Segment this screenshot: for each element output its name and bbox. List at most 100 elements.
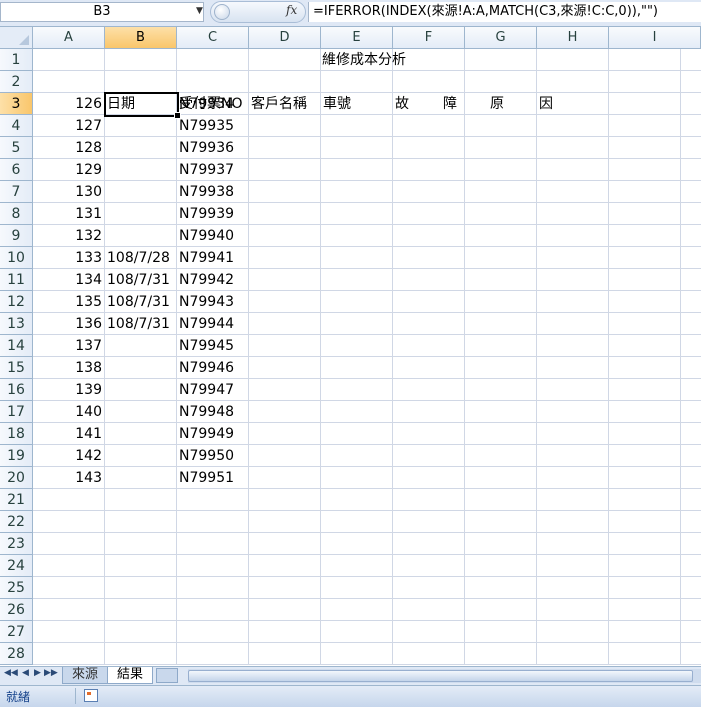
row-header-8[interactable]: 8 bbox=[0, 203, 33, 225]
cell-b13[interactable]: 108/7/31 bbox=[107, 313, 170, 335]
cell-a15[interactable]: 138 bbox=[33, 357, 104, 379]
insert-sheet-icon[interactable] bbox=[156, 668, 178, 683]
header-fault-1-cell[interactable]: 故 bbox=[395, 93, 409, 115]
row-header-3[interactable]: 3 bbox=[0, 93, 33, 115]
cell-a18[interactable]: 141 bbox=[33, 423, 104, 445]
cell-b12[interactable]: 108/7/31 bbox=[107, 291, 170, 313]
fill-handle[interactable] bbox=[174, 112, 181, 119]
row-header-1[interactable]: 1 bbox=[0, 49, 33, 71]
cell-a13[interactable]: 136 bbox=[33, 313, 104, 335]
row-header-4[interactable]: 4 bbox=[0, 115, 33, 137]
cell-a7[interactable]: 130 bbox=[33, 181, 104, 203]
column-header-c[interactable]: C bbox=[177, 27, 249, 49]
row-header-15[interactable]: 15 bbox=[0, 357, 33, 379]
header-customer-name-cell[interactable]: 客戶名稱 bbox=[251, 93, 307, 115]
cell-c19[interactable]: N79950 bbox=[179, 445, 234, 467]
cell-c5[interactable]: N79936 bbox=[179, 137, 234, 159]
cell-c18[interactable]: N79949 bbox=[179, 423, 234, 445]
row-header-21[interactable]: 21 bbox=[0, 489, 33, 511]
active-cell-b3[interactable] bbox=[104, 92, 179, 117]
cell-a14[interactable]: 137 bbox=[33, 335, 104, 357]
cell-c15[interactable]: N79946 bbox=[179, 357, 234, 379]
cell-c17[interactable]: N79948 bbox=[179, 401, 234, 423]
first-sheet-icon[interactable]: ◀◀ bbox=[4, 668, 18, 678]
cell-a11[interactable]: 134 bbox=[33, 269, 104, 291]
row-header-27[interactable]: 27 bbox=[0, 621, 33, 643]
cell-a19[interactable]: 142 bbox=[33, 445, 104, 467]
cell-a16[interactable]: 139 bbox=[33, 379, 104, 401]
column-header-d[interactable]: D bbox=[249, 27, 321, 49]
tab-result[interactable]: 結果 bbox=[107, 667, 153, 684]
cell-c13[interactable]: N79944 bbox=[179, 313, 234, 335]
cell-c4[interactable]: N79935 bbox=[179, 115, 234, 137]
name-box-dropdown-icon[interactable]: ▼ bbox=[196, 6, 203, 16]
column-header-h[interactable]: H bbox=[537, 27, 609, 49]
row-header-17[interactable]: 17 bbox=[0, 401, 33, 423]
row-header-25[interactable]: 25 bbox=[0, 577, 33, 599]
column-header-a[interactable]: A bbox=[33, 27, 105, 49]
row-header-16[interactable]: 16 bbox=[0, 379, 33, 401]
cell-a4[interactable]: 127 bbox=[33, 115, 104, 137]
insert-function-icon[interactable]: fx bbox=[286, 3, 297, 17]
cell-c3[interactable]: N79934 bbox=[179, 93, 234, 115]
cell-c8[interactable]: N79939 bbox=[179, 203, 234, 225]
column-header-i[interactable]: I bbox=[609, 27, 701, 49]
cell-c11[interactable]: N79942 bbox=[179, 269, 234, 291]
cell-a20[interactable]: 143 bbox=[33, 467, 104, 489]
row-header-10[interactable]: 10 bbox=[0, 247, 33, 269]
prev-sheet-icon[interactable]: ◀ bbox=[22, 668, 29, 678]
cell-a5[interactable]: 128 bbox=[33, 137, 104, 159]
cell-c9[interactable]: N79940 bbox=[179, 225, 234, 247]
header-cause-2-cell[interactable]: 因 bbox=[539, 93, 553, 115]
header-car-no-cell[interactable]: 車號 bbox=[323, 93, 351, 115]
cell-b11[interactable]: 108/7/31 bbox=[107, 269, 170, 291]
cell-a10[interactable]: 133 bbox=[33, 247, 104, 269]
cell-area[interactable]: 維修成本分析 日期 受付票NO 客戶名稱 車號 故 障 原 因 126 N7993… bbox=[33, 49, 701, 665]
row-header-26[interactable]: 26 bbox=[0, 599, 33, 621]
cell-c20[interactable]: N79951 bbox=[179, 467, 234, 489]
cell-c10[interactable]: N79941 bbox=[179, 247, 234, 269]
horizontal-scrollbar-thumb[interactable] bbox=[188, 670, 693, 682]
cell-a9[interactable]: 132 bbox=[33, 225, 104, 247]
row-header-19[interactable]: 19 bbox=[0, 445, 33, 467]
row-header-24[interactable]: 24 bbox=[0, 555, 33, 577]
cell-a17[interactable]: 140 bbox=[33, 401, 104, 423]
row-header-12[interactable]: 12 bbox=[0, 291, 33, 313]
cell-a8[interactable]: 131 bbox=[33, 203, 104, 225]
cell-c12[interactable]: N79943 bbox=[179, 291, 234, 313]
row-header-20[interactable]: 20 bbox=[0, 467, 33, 489]
select-all-button[interactable] bbox=[0, 27, 33, 49]
tab-source[interactable]: 來源 bbox=[62, 667, 108, 684]
formula-bar-resize-handle[interactable] bbox=[214, 4, 230, 20]
name-box[interactable]: B3 bbox=[0, 2, 204, 22]
cell-c7[interactable]: N79938 bbox=[179, 181, 234, 203]
row-header-23[interactable]: 23 bbox=[0, 533, 33, 555]
column-header-g[interactable]: G bbox=[465, 27, 537, 49]
next-sheet-icon[interactable]: ▶ bbox=[34, 668, 41, 678]
row-header-13[interactable]: 13 bbox=[0, 313, 33, 335]
header-cause-1-cell[interactable]: 原 bbox=[490, 93, 504, 115]
row-header-18[interactable]: 18 bbox=[0, 423, 33, 445]
column-header-f[interactable]: F bbox=[393, 27, 465, 49]
cell-a3[interactable]: 126 bbox=[33, 93, 104, 115]
row-header-22[interactable]: 22 bbox=[0, 511, 33, 533]
cell-c16[interactable]: N79947 bbox=[179, 379, 234, 401]
cell-a6[interactable]: 129 bbox=[33, 159, 104, 181]
cell-c6[interactable]: N79937 bbox=[179, 159, 234, 181]
row-header-9[interactable]: 9 bbox=[0, 225, 33, 247]
row-header-28[interactable]: 28 bbox=[0, 643, 33, 665]
cell-c14[interactable]: N79945 bbox=[179, 335, 234, 357]
header-fault-2-cell[interactable]: 障 bbox=[443, 93, 457, 115]
row-header-7[interactable]: 7 bbox=[0, 181, 33, 203]
row-header-11[interactable]: 11 bbox=[0, 269, 33, 291]
row-header-5[interactable]: 5 bbox=[0, 137, 33, 159]
column-header-b[interactable]: B bbox=[105, 27, 177, 49]
formula-input[interactable]: =IFERROR(INDEX(來源!A:A,MATCH(C3,來源!C:C,0)… bbox=[308, 2, 701, 22]
sheet-title-cell[interactable]: 維修成本分析 bbox=[322, 49, 406, 71]
column-header-e[interactable]: E bbox=[321, 27, 393, 49]
row-header-14[interactable]: 14 bbox=[0, 335, 33, 357]
cell-b10[interactable]: 108/7/28 bbox=[107, 247, 170, 269]
row-header-6[interactable]: 6 bbox=[0, 159, 33, 181]
cell-a12[interactable]: 135 bbox=[33, 291, 104, 313]
horizontal-scrollbar[interactable] bbox=[188, 669, 701, 683]
